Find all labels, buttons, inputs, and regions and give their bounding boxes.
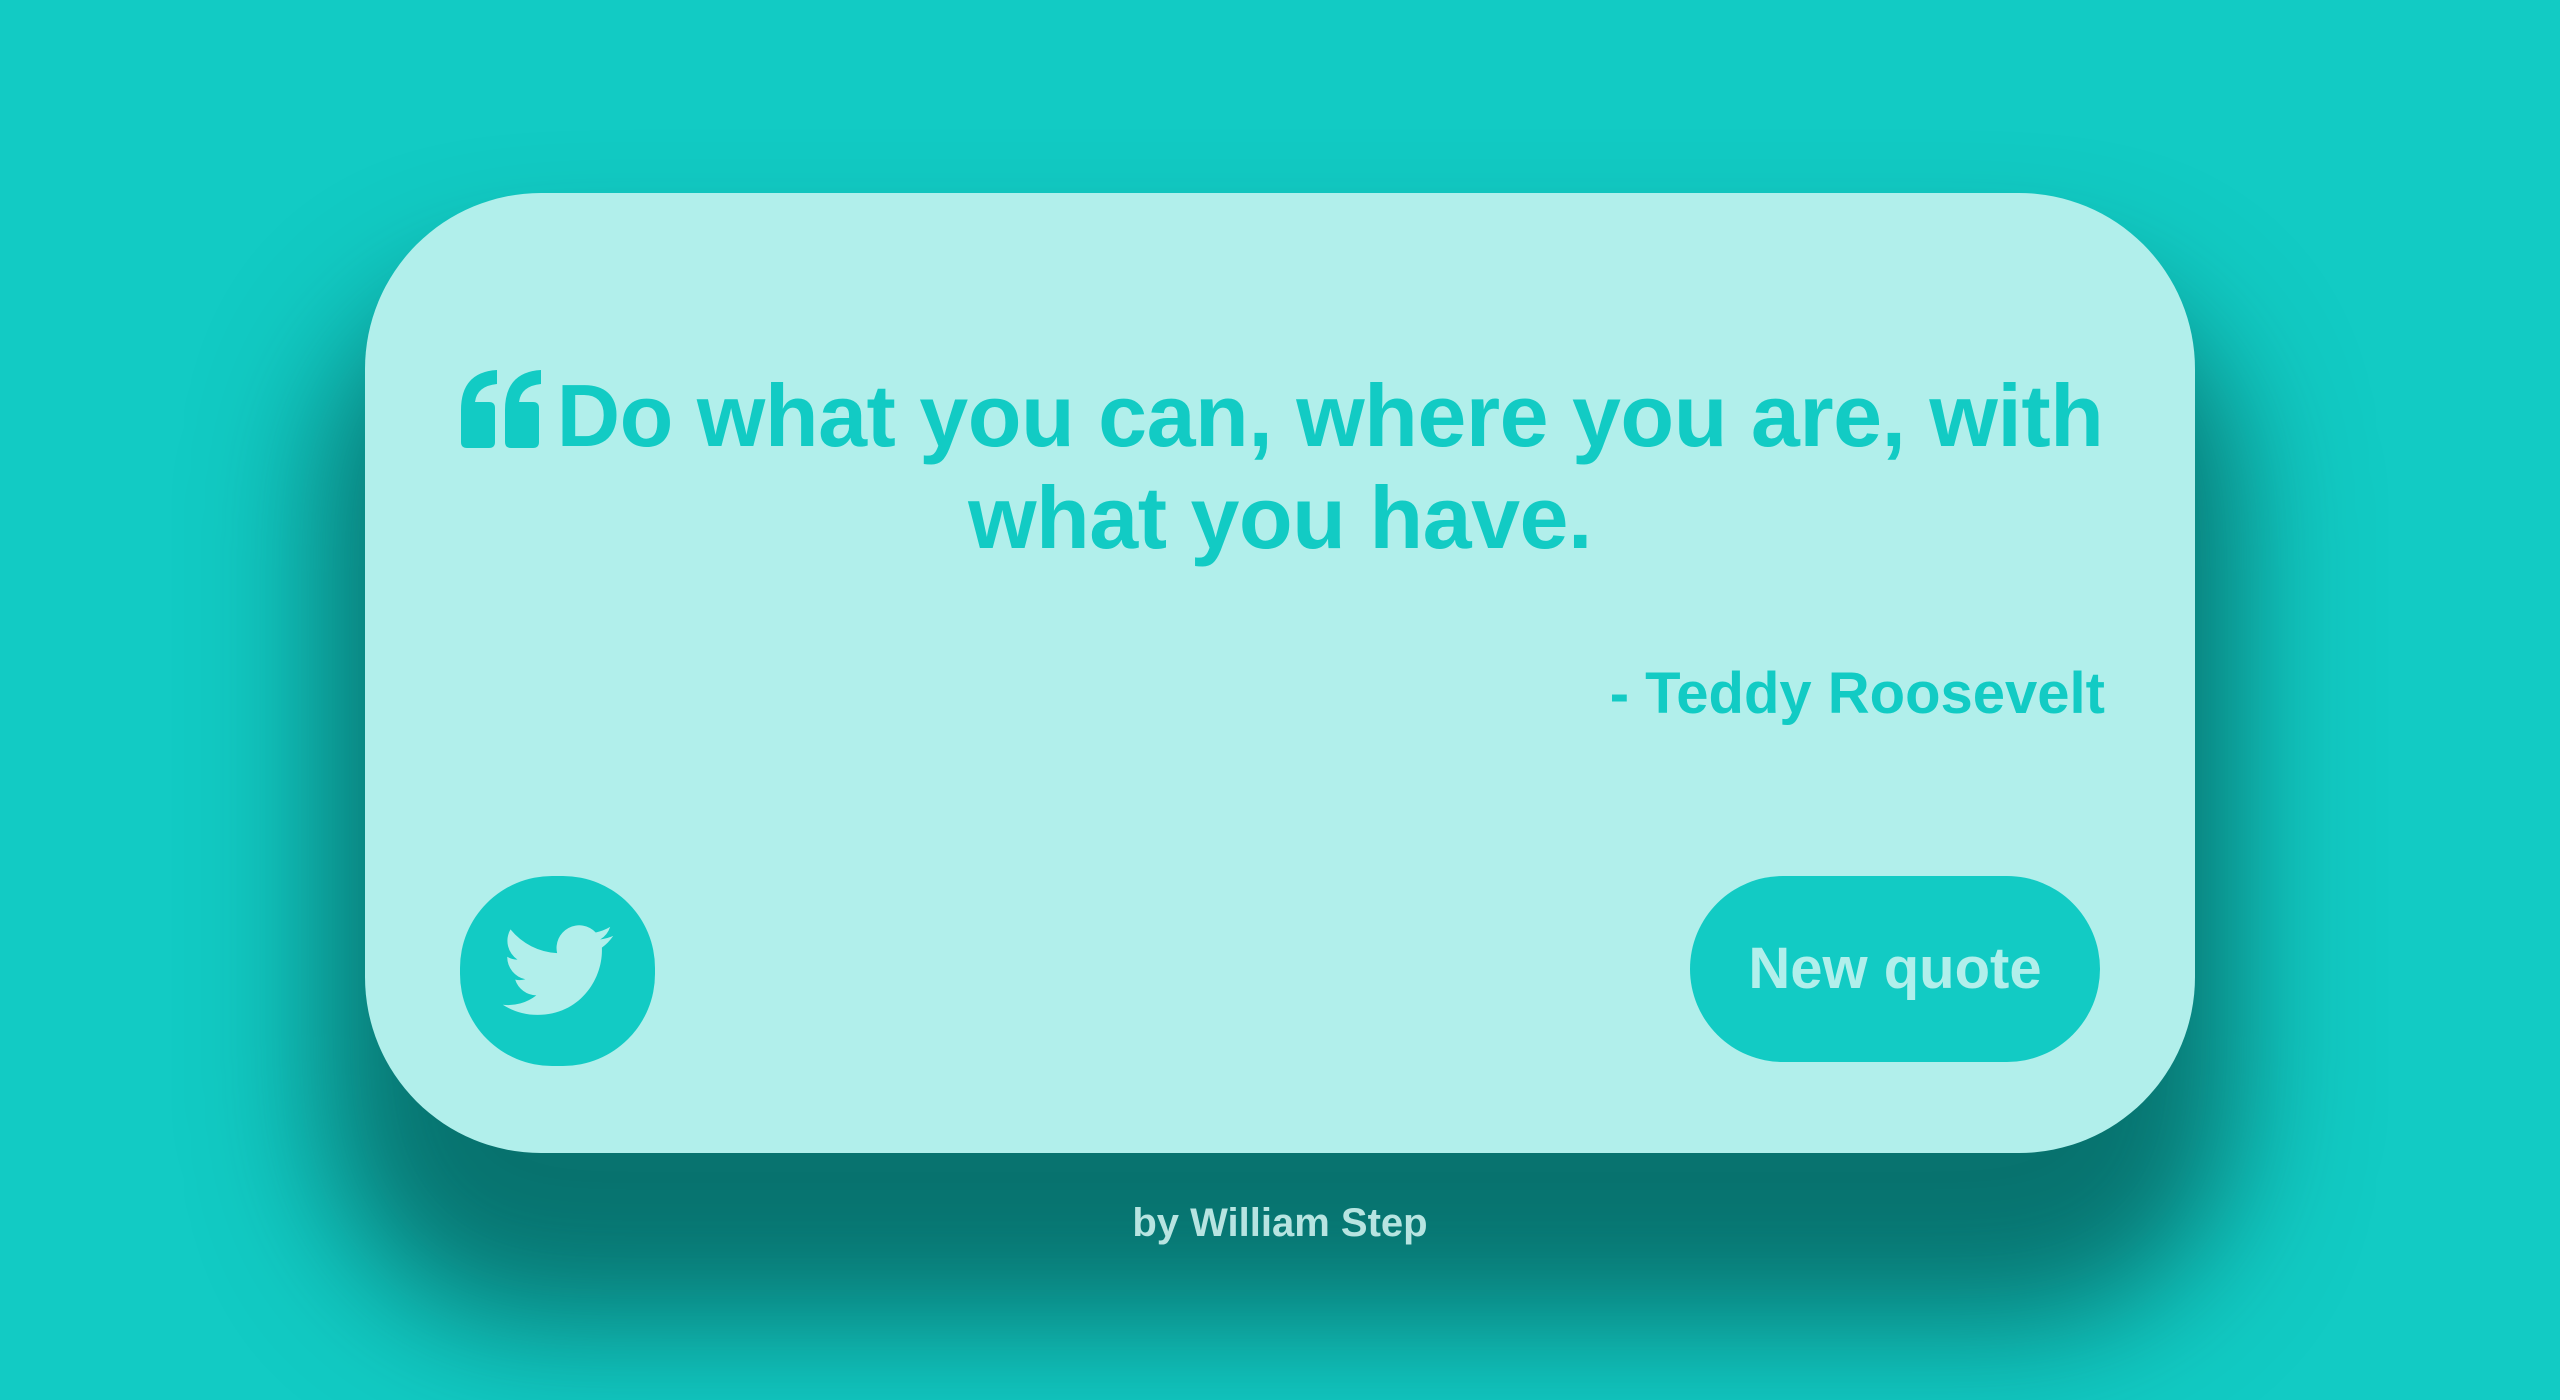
author-credit: by William Step <box>1132 1201 1428 1245</box>
quote-box: Do what you can, where you are, with wha… <box>365 193 2195 1153</box>
quote-text: Do what you can, where you are, with wha… <box>556 366 2104 567</box>
tweet-button[interactable] <box>460 876 655 1066</box>
quote-author: - Teddy Roosevelt <box>1609 661 2105 726</box>
button-row: New quote <box>460 876 2100 1066</box>
twitter-icon <box>502 925 614 1017</box>
quote-left-icon <box>457 370 543 448</box>
quote-text-block: Do what you can, where you are, with wha… <box>455 365 2105 569</box>
new-quote-button[interactable]: New quote <box>1690 876 2100 1062</box>
